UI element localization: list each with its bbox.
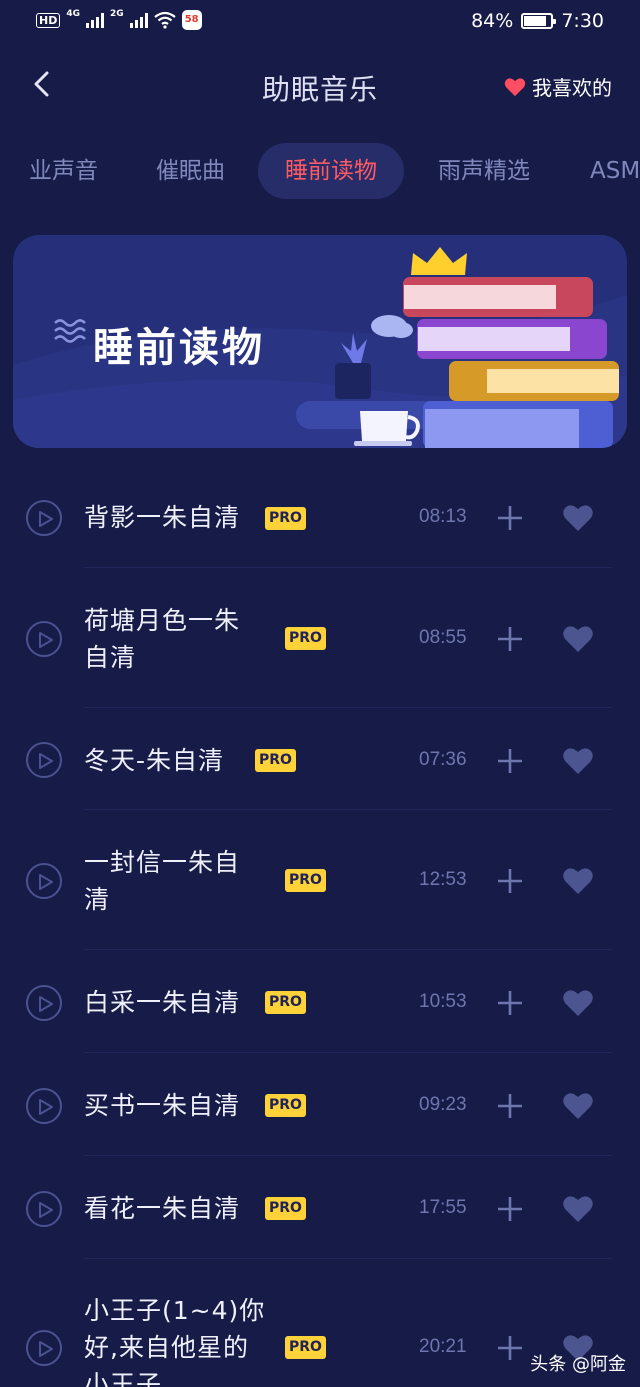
pro-badge: PRO — [285, 627, 326, 650]
battery-fill — [524, 16, 547, 26]
category-banner: 睡前读物 — [13, 235, 627, 448]
play-icon — [39, 1099, 53, 1115]
track-item[interactable]: 背影一朱自清 PRO 08:13 — [0, 465, 640, 568]
heart-icon — [504, 77, 526, 96]
pro-badge: PRO — [265, 507, 306, 530]
track-duration: 12:53 — [419, 869, 467, 890]
heart-icon[interactable] — [562, 866, 594, 896]
wifi-icon — [153, 11, 176, 29]
status-icons-right: 84% 7:30 — [471, 10, 604, 32]
add-icon[interactable] — [496, 989, 524, 1017]
track-title: 看花一朱自清 — [84, 1194, 241, 1223]
heart-icon[interactable] — [562, 1091, 594, 1121]
track-title: 冬天-朱自清 — [84, 746, 225, 775]
header: 助眠音乐 我喜欢的 — [0, 50, 640, 120]
hd-icon: HD — [36, 12, 61, 28]
play-icon — [39, 874, 53, 890]
track-item[interactable]: 看花一朱自清 PRO 17:55 — [0, 1156, 640, 1259]
network-4g-label: 4G — [66, 9, 80, 19]
app-notification-icon: 58 — [181, 10, 202, 30]
play-icon — [39, 996, 53, 1012]
screen: HD 4G 2G 58 84% 7:30 助眠音乐 我喜欢的 业声音 催眠曲 睡… — [0, 0, 640, 1387]
network-2g-label: 2G — [110, 9, 124, 19]
clock: 7:30 — [561, 10, 604, 32]
play-button[interactable] — [26, 863, 62, 899]
track-title: 荷塘月色一朱 自清 — [84, 606, 241, 672]
add-icon[interactable] — [496, 747, 524, 775]
add-icon[interactable] — [496, 867, 524, 895]
play-button[interactable] — [26, 1088, 62, 1124]
heart-icon[interactable] — [562, 503, 594, 533]
pro-badge: PRO — [265, 1197, 306, 1220]
tab-bedtime-reading[interactable]: 睡前读物 — [258, 143, 404, 199]
play-button[interactable] — [26, 1330, 62, 1366]
track-duration: 08:13 — [419, 506, 467, 527]
play-button[interactable] — [26, 742, 62, 778]
watermark: 头条 @阿金 — [530, 1354, 626, 1375]
track-title: 小王子(1~4)你 好,来自他星的 小王子 — [84, 1296, 266, 1387]
track-duration: 09:23 — [419, 1094, 467, 1115]
status-bar: HD 4G 2G 58 84% 7:30 — [0, 0, 640, 44]
track-duration: 10:53 — [419, 991, 467, 1012]
play-icon — [39, 511, 53, 527]
heart-icon[interactable] — [562, 988, 594, 1018]
track-item[interactable]: 冬天-朱自清 PRO 07:36 — [0, 708, 640, 810]
track-duration: 07:36 — [419, 749, 467, 770]
track-item[interactable]: 一封信一朱自清 PRO 12:53 — [0, 810, 640, 950]
add-icon[interactable] — [496, 1195, 524, 1223]
add-icon[interactable] — [496, 625, 524, 653]
add-icon[interactable] — [496, 1334, 524, 1362]
battery-icon — [521, 13, 557, 29]
track-duration: 17:55 — [419, 1197, 467, 1218]
status-icons-left: HD 4G 2G 58 — [36, 9, 202, 30]
pro-badge: PRO — [265, 991, 306, 1014]
signal-icon — [86, 12, 104, 28]
favorites-label: 我喜欢的 — [532, 76, 612, 100]
favorites-button[interactable]: 我喜欢的 — [504, 72, 612, 101]
play-button[interactable] — [26, 1191, 62, 1227]
add-icon[interactable] — [496, 1092, 524, 1120]
track-item[interactable]: 荷塘月色一朱 自清 PRO 08:55 — [0, 568, 640, 708]
play-button[interactable] — [26, 621, 62, 657]
track-title: 买书一朱自清 — [84, 1091, 241, 1120]
pro-badge: PRO — [265, 1094, 306, 1117]
add-icon[interactable] — [496, 504, 524, 532]
play-icon — [39, 632, 53, 648]
track-title: 背影一朱自清 — [84, 503, 241, 532]
signal-icon — [129, 12, 148, 28]
category-tabs: 业声音 催眠曲 睡前读物 雨声精选 ASM — [0, 143, 640, 201]
heart-icon[interactable] — [562, 1194, 594, 1224]
pro-badge: PRO — [255, 749, 296, 772]
track-item[interactable]: 白采一朱自清 PRO 10:53 — [0, 950, 640, 1053]
tab-sounds[interactable]: 业声音 — [29, 143, 98, 199]
banner-title: 睡前读物 — [93, 325, 265, 371]
pro-badge: PRO — [285, 869, 326, 892]
play-button[interactable] — [26, 985, 62, 1021]
heart-icon[interactable] — [562, 746, 594, 776]
tab-asmr[interactable]: ASM — [590, 143, 640, 199]
track-title: 白采一朱自清 — [84, 988, 241, 1017]
heart-icon[interactable] — [562, 624, 594, 654]
track-duration: 20:21 — [419, 1336, 467, 1357]
play-icon — [39, 1341, 53, 1357]
track-title: 一封信一朱自清 — [84, 848, 241, 914]
track-item[interactable]: 买书一朱自清 PRO 09:23 — [0, 1053, 640, 1156]
battery-percent: 84% — [471, 10, 514, 32]
track-duration: 08:55 — [419, 627, 467, 648]
play-icon — [39, 753, 53, 769]
play-icon — [39, 1202, 53, 1218]
pro-badge: PRO — [285, 1336, 326, 1359]
play-button[interactable] — [26, 500, 62, 536]
tab-lullaby[interactable]: 催眠曲 — [156, 143, 225, 199]
tab-rain-sounds[interactable]: 雨声精选 — [438, 143, 530, 199]
